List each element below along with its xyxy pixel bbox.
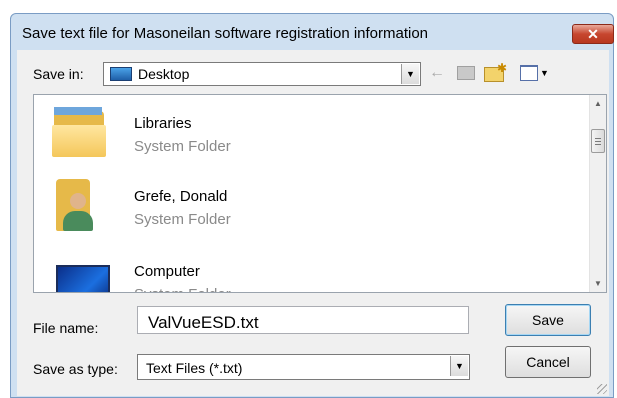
item-type: System Folder xyxy=(134,138,231,155)
scroll-thumb[interactable] xyxy=(591,129,605,153)
up-folder-icon[interactable] xyxy=(457,66,475,80)
file-list[interactable]: Libraries System Folder Grefe, Donald Sy… xyxy=(33,94,607,293)
save-as-type-dropdown[interactable]: Text Files (*.txt) ▼ xyxy=(137,354,470,380)
new-folder-star-icon: ✱ xyxy=(497,61,508,75)
save-as-type-value: Text Files (*.txt) xyxy=(146,360,243,376)
resize-grip-icon[interactable] xyxy=(597,384,607,394)
chevron-down-icon[interactable]: ▼ xyxy=(401,64,419,84)
list-item[interactable]: Libraries System Folder xyxy=(34,99,584,173)
file-name-label: File name: xyxy=(33,320,99,336)
save-button[interactable]: Save xyxy=(505,304,591,336)
item-type: System Folder xyxy=(134,286,231,292)
views-menu-icon[interactable] xyxy=(520,65,538,81)
thumb-grip xyxy=(595,144,601,145)
scroll-up-icon[interactable]: ▲ xyxy=(590,95,606,112)
save-dialog: Save text file for Masoneilan software r… xyxy=(10,13,614,398)
dialog-title: Save text file for Masoneilan software r… xyxy=(22,25,429,42)
close-button[interactable]: ✕ xyxy=(572,24,614,44)
person-body-icon xyxy=(63,211,93,231)
item-name: Grefe, Donald xyxy=(134,188,228,205)
save-in-value: Desktop xyxy=(138,66,190,82)
thumb-grip xyxy=(595,141,601,142)
libraries-folder-front xyxy=(52,125,106,157)
item-name: Libraries xyxy=(134,115,192,132)
libraries-strip-icon xyxy=(54,107,102,115)
title-bar[interactable]: Save text file for Masoneilan software r… xyxy=(11,14,614,50)
back-arrow-icon[interactable]: ← xyxy=(429,63,445,83)
item-type: System Folder xyxy=(134,211,231,228)
vertical-scrollbar[interactable]: ▲ ▼ xyxy=(589,95,606,292)
computer-icon xyxy=(56,265,110,292)
person-head-icon xyxy=(70,193,86,209)
chevron-down-icon[interactable]: ▼ xyxy=(450,356,468,376)
cancel-button[interactable]: Cancel xyxy=(505,346,591,378)
file-name-field[interactable]: ValVueESD.txt xyxy=(137,306,469,334)
save-in-dropdown[interactable]: Desktop ▼ xyxy=(103,62,421,86)
list-item[interactable]: Grefe, Donald System Folder xyxy=(34,173,584,247)
save-as-type-label: Save as type: xyxy=(33,361,118,377)
save-in-label: Save in: xyxy=(33,66,84,82)
desktop-icon xyxy=(110,67,132,81)
thumb-grip xyxy=(595,138,601,139)
file-name-value: ValVueESD.txt xyxy=(148,313,259,332)
close-icon: ✕ xyxy=(587,26,599,42)
scroll-down-icon[interactable]: ▼ xyxy=(590,275,606,292)
list-item[interactable]: Computer System Folder xyxy=(34,247,584,292)
dialog-client-area: Save in: Desktop ▼ ← ✱ ▼ Libraries Syste… xyxy=(17,50,609,396)
item-name: Computer xyxy=(134,263,200,280)
views-chevron-down-icon[interactable]: ▼ xyxy=(540,63,549,83)
